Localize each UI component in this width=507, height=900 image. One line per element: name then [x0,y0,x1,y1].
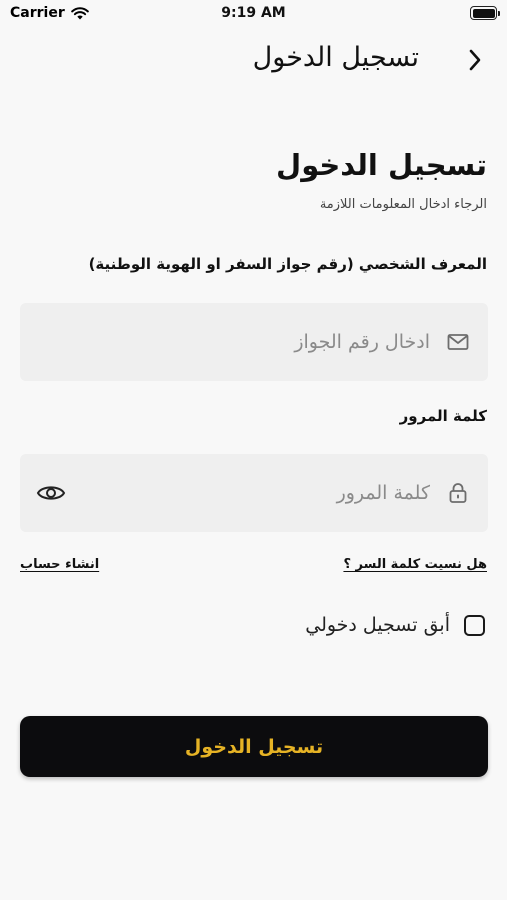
create-account-link[interactable]: انشاء حساب [20,557,99,572]
lock-icon [449,483,467,503]
id-label: المعرف الشخصي (رقم جواز السفر او الهوية … [88,255,487,273]
password-input[interactable] [100,454,430,532]
id-field-container [20,303,488,381]
login-screen: Carrier 9:19 AM تسجيل الدخول تسجيل الدخو… [0,0,507,900]
password-field-container [20,454,488,532]
battery-icon [470,6,500,20]
status-bar: Carrier 9:19 AM [0,0,507,28]
nav-title: تسجيل الدخول [252,42,419,73]
page-title: تسجيل الدخول [276,148,487,182]
chevron-right-icon [469,49,481,71]
page-subtitle: الرجاء ادخال المعلومات اللازمة [319,197,487,212]
status-time: 9:19 AM [221,5,286,21]
eye-icon[interactable] [36,481,66,505]
login-button[interactable]: تسجيل الدخول [20,716,488,777]
remember-me[interactable]: أبق تسجيل دخولي [305,614,485,636]
remember-me-label: أبق تسجيل دخولي [305,614,450,636]
id-input[interactable] [100,303,430,381]
password-label: كلمة المرور [399,407,487,425]
forgot-password-link[interactable]: هل نسيت كلمة السر ؟ [343,557,487,572]
remember-me-checkbox[interactable] [464,614,485,636]
envelope-icon [447,334,469,350]
back-button[interactable] [460,44,490,76]
